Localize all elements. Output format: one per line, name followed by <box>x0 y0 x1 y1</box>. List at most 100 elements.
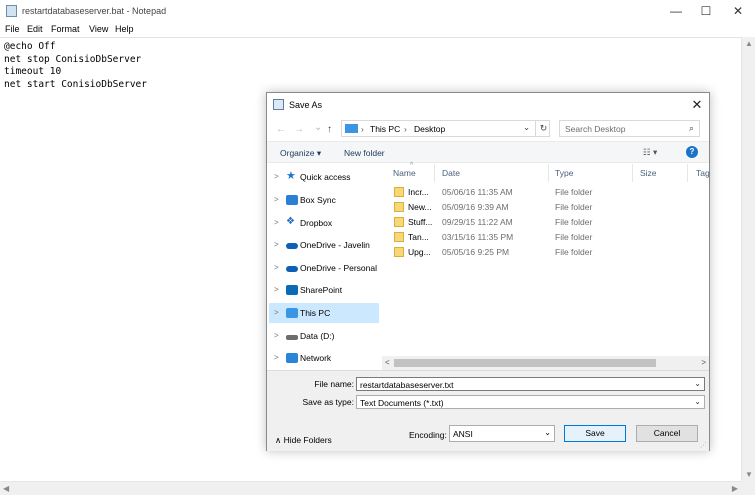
code-line: net stop ConisioDbServer <box>4 53 142 65</box>
folder-icon <box>394 202 404 212</box>
scroll-left-icon[interactable]: ◀ <box>3 484 9 493</box>
expand-chevron-icon[interactable]: > <box>274 285 279 294</box>
column-divider[interactable] <box>434 164 435 182</box>
file-type: File folder <box>555 187 593 197</box>
nav-item-label: Network <box>300 353 332 363</box>
save-type-select[interactable]: Text Documents (*.txt) ⌄ <box>356 395 705 409</box>
nav-item-network[interactable]: > Network <box>269 348 379 368</box>
table-row[interactable]: Incr... 05/06/16 11:35 AM File folder <box>382 185 709 200</box>
menu-edit[interactable]: Edit <box>27 24 43 34</box>
search-input[interactable]: Search Desktop ⌕ <box>559 120 700 137</box>
close-button[interactable]: ✕ <box>720 0 755 22</box>
breadcrumb-this-pc[interactable]: This PC <box>370 124 400 134</box>
encoding-select[interactable]: ANSI ⌄ <box>449 425 555 442</box>
file-name-field[interactable]: restartdatabaseserver.txt ⌄ <box>356 377 705 391</box>
menu-bar: File Edit Format View Help <box>0 22 755 37</box>
file-date: 03/15/16 11:35 PM <box>442 232 514 242</box>
expand-chevron-icon[interactable]: > <box>274 240 279 249</box>
column-divider[interactable] <box>548 164 549 182</box>
change-view-button[interactable]: ☷ ▾ <box>643 147 657 158</box>
resize-grip[interactable] <box>741 481 755 495</box>
expand-chevron-icon[interactable]: > <box>274 331 279 340</box>
nav-item-label: Box Sync <box>300 195 336 205</box>
folder-icon <box>394 187 404 197</box>
file-type: File folder <box>555 232 593 242</box>
dialog-close-button[interactable]: ✕ <box>689 97 705 113</box>
chevron-down-icon[interactable]: ⌄ <box>694 379 701 388</box>
expand-chevron-icon[interactable]: > <box>274 195 279 204</box>
column-header-size[interactable]: Size <box>640 168 657 178</box>
column-header-tag[interactable]: Tag <box>696 168 710 178</box>
sharepoint-icon <box>286 285 298 295</box>
column-header-type[interactable]: Type <box>555 168 573 178</box>
scrollbar-thumb[interactable] <box>394 359 656 367</box>
expand-chevron-icon[interactable]: > <box>274 353 279 362</box>
menu-view[interactable]: View <box>89 24 108 34</box>
dropbox-icon: ❖ <box>286 216 295 227</box>
column-divider[interactable] <box>687 164 688 182</box>
maximize-button[interactable]: ☐ <box>688 0 724 22</box>
up-arrow-icon[interactable]: ↑ <box>327 124 332 135</box>
vertical-scrollbar[interactable]: ▲ ▼ <box>741 37 755 481</box>
nav-item-sharepoint[interactable]: > SharePoint <box>269 280 379 300</box>
nav-item-label: Data (D:) <box>300 331 335 341</box>
editor-content: @echo Off net stop ConisioDbServer timeout… <box>4 41 147 91</box>
nav-item-onedrive-javelin[interactable]: > OneDrive - Javelin <box>269 235 379 255</box>
scroll-right-icon[interactable]: ▶ <box>732 484 738 493</box>
expand-chevron-icon[interactable]: > <box>274 172 279 181</box>
forward-arrow-icon[interactable]: → <box>294 124 304 135</box>
cloud-icon <box>286 243 298 249</box>
file-list-scrollbar[interactable]: < > <box>382 356 709 370</box>
code-line: @echo Off <box>4 41 56 52</box>
address-bar[interactable]: › This PC › Desktop ⌄ <box>341 120 550 137</box>
expand-chevron-icon[interactable]: > <box>274 263 279 272</box>
column-divider[interactable] <box>632 164 633 182</box>
new-folder-button[interactable]: New folder <box>344 148 385 158</box>
nav-item-data-drive[interactable]: > Data (D:) <box>269 326 379 346</box>
nav-item-quick-access[interactable]: > ★ Quick access <box>269 167 379 187</box>
nav-item-onedrive-personal[interactable]: > OneDrive - Personal <box>269 258 379 278</box>
refresh-button[interactable]: ↻ <box>535 120 551 137</box>
expand-chevron-icon[interactable]: > <box>274 308 279 317</box>
column-header-name[interactable]: Name <box>393 168 416 178</box>
table-row[interactable]: Stuff... 09/29/15 11:22 AM File folder <box>382 215 709 230</box>
address-dropdown-icon[interactable]: ⌄ <box>523 122 530 133</box>
table-row[interactable]: Upg... 05/05/16 9:25 PM File folder <box>382 245 709 260</box>
code-line: timeout 10 <box>4 66 62 77</box>
nav-item-this-pc[interactable]: > This PC <box>269 303 379 323</box>
file-type: File folder <box>555 217 593 227</box>
save-options-panel: File name: restartdatabaseserver.txt ⌄ S… <box>267 370 709 451</box>
crumb-separator: › <box>404 124 407 134</box>
notepad-icon <box>6 5 17 17</box>
chevron-down-icon[interactable]: ⌄ <box>694 397 701 406</box>
save-button[interactable]: Save <box>564 425 626 442</box>
back-arrow-icon[interactable]: ← <box>276 124 286 135</box>
resize-grip-icon[interactable]: ⋰ <box>700 441 707 449</box>
help-button[interactable]: ? <box>686 146 698 158</box>
organize-button[interactable]: Organize ▾ <box>280 148 321 159</box>
chevron-down-icon[interactable]: ⌄ <box>544 428 551 437</box>
expand-chevron-icon[interactable]: > <box>274 218 279 227</box>
menu-format[interactable]: Format <box>51 24 80 34</box>
network-icon <box>286 353 298 363</box>
save-as-dialog: Save As ✕ ← → ⌄ ↑ › This PC › Desktop ⌄ … <box>266 92 710 451</box>
scroll-up-icon[interactable]: ▲ <box>745 39 753 48</box>
scroll-down-icon[interactable]: ▼ <box>745 470 753 479</box>
drive-icon <box>286 335 298 340</box>
notepad-titlebar: restartdatabaseserver.bat - Notepad — ☐ … <box>0 0 755 22</box>
hide-folders-button[interactable]: ∧ Hide Folders <box>275 435 332 446</box>
recent-locations-icon[interactable]: ⌄ <box>314 122 322 133</box>
scroll-right-icon[interactable]: > <box>701 358 706 367</box>
nav-item-dropbox[interactable]: > ❖ Dropbox <box>269 213 379 233</box>
breadcrumb-desktop[interactable]: Desktop <box>414 124 445 134</box>
menu-file[interactable]: File <box>5 24 20 34</box>
nav-item-box-sync[interactable]: > Box Sync <box>269 190 379 210</box>
menu-help[interactable]: Help <box>115 24 134 34</box>
table-row[interactable]: New... 05/09/16 9:39 AM File folder <box>382 200 709 215</box>
column-header-date[interactable]: Date <box>442 168 460 178</box>
file-date: 09/29/15 11:22 AM <box>442 217 513 227</box>
scroll-left-icon[interactable]: < <box>385 358 390 367</box>
cancel-button[interactable]: Cancel <box>636 425 698 442</box>
table-row[interactable]: Tan... 03/15/16 11:35 PM File folder <box>382 230 709 245</box>
horizontal-scrollbar[interactable]: ◀ ▶ <box>0 481 741 495</box>
